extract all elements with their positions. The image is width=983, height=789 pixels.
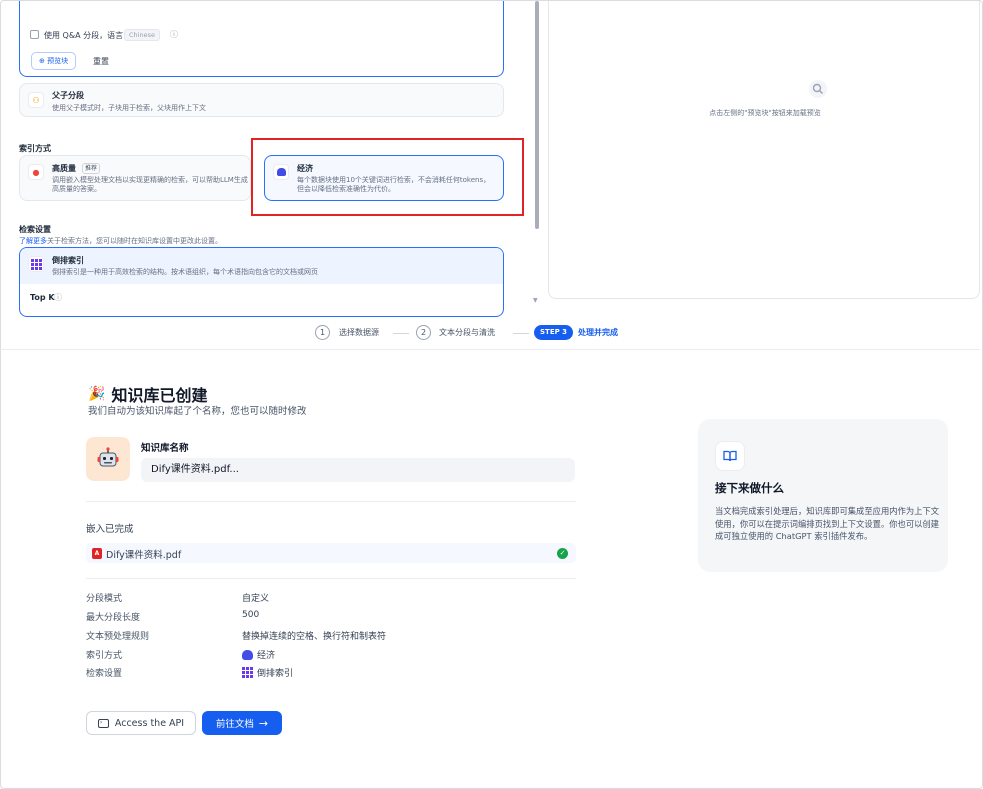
page-subtitle: 我们自动为该知识库起了个名称，您也可以随时修改	[88, 406, 307, 417]
detail-key: 检索设置	[86, 669, 123, 679]
retrieval-title: 检索设置	[19, 225, 51, 234]
go-to-document-label: 前往文档	[215, 719, 254, 730]
arrow-right-icon: →	[258, 716, 269, 730]
topk-info-icon: ⓘ	[54, 293, 62, 302]
access-api-label: Access the API	[114, 717, 185, 729]
detail-key: 最大分段长度	[86, 613, 141, 623]
detail-key: 分段模式	[86, 594, 123, 604]
step-line-1	[393, 333, 409, 334]
inverted-index-icon	[242, 667, 253, 678]
parent-child-card[interactable]: ⚇ 父子分段 使用父子模式时，子块用于检索，父块用作上下文	[19, 83, 504, 117]
pdf-file-icon: A	[92, 548, 102, 559]
learn-more-link[interactable]: 了解更多	[19, 237, 47, 245]
search-icon: ⊕	[39, 57, 45, 65]
reset-button[interactable]: 重置	[93, 56, 109, 67]
go-to-document-button[interactable]: 前往文档 →	[202, 711, 282, 735]
preview-chunk-button[interactable]: ⊕ 预览块	[31, 52, 77, 70]
kb-name-label: 知识库名称	[141, 443, 189, 454]
qa-checkbox-label: 使用 Q&A 分段，语言	[44, 31, 124, 40]
parent-child-desc: 使用父子模式时，子块用于检索，父块用作上下文	[52, 104, 206, 112]
high-quality-title: 高质量	[52, 164, 76, 173]
economy-icon	[242, 649, 253, 660]
step-3-badge: STEP 3	[534, 325, 574, 340]
scroll-down-icon[interactable]: ▼	[533, 297, 538, 304]
recommended-badge: 推荐	[82, 163, 101, 174]
next-steps-body: 当文档完成索引处理后，知识库即可集成至应用内作为上下文使用，你可以在提示词编排页…	[715, 506, 940, 541]
step-3-label: 处理并完成	[578, 328, 618, 337]
kb-name-input[interactable]: Dify课件资料.pdf...	[141, 458, 575, 482]
high-quality-option[interactable]: ● 高质量 推荐 调用嵌入模型处理文档以实现更精确的检索，可以帮助LLM生成高质…	[19, 155, 251, 201]
parent-child-title: 父子分段	[52, 91, 84, 100]
book-open-icon	[715, 441, 745, 471]
detail-value-text: 替换掉连续的空格、换行符和制表符	[242, 632, 387, 642]
parent-child-icon: ⚇	[28, 92, 44, 108]
detail-value: 自定义	[242, 591, 269, 604]
header-divider	[0, 349, 980, 350]
divider-1	[86, 501, 576, 502]
next-steps-card: 接下来做什么 当文档完成索引处理后，知识库即可集成至应用内作为上下文使用，你可以…	[698, 419, 948, 572]
next-steps-title: 接下来做什么	[715, 481, 784, 495]
inverted-index-title: 倒排索引	[52, 256, 84, 265]
detail-key: 文本预处理规则	[86, 632, 150, 642]
party-popper-icon: 🎉	[88, 386, 106, 402]
access-api-button[interactable]: › Access the API	[86, 711, 196, 735]
check-circle-icon: ✓	[557, 548, 568, 559]
step-1-label: 选择数据源	[339, 328, 379, 337]
step-line-2	[513, 333, 529, 334]
embed-complete-title: 嵌入已完成	[86, 524, 134, 535]
scrollbar-thumb[interactable]	[535, 1, 539, 229]
info-icon: ⓘ	[170, 30, 178, 39]
index-method-title: 索引方式	[19, 144, 51, 153]
search-preview-icon	[809, 80, 827, 98]
high-quality-icon: ●	[28, 164, 44, 180]
qa-checkbox[interactable]	[30, 30, 39, 39]
preview-hint: 点击左侧的"预览块"按钮来加载预览	[709, 109, 821, 117]
highlight-box	[251, 138, 524, 216]
inverted-index-card[interactable]: 倒排索引 倒排索引是一种用于高效检索的结构。按术语组织，每个术语指向包含它的文档…	[19, 247, 504, 317]
preview-panel: 点击左侧的"预览块"按钮来加载预览	[548, 1, 980, 299]
step-2-number: 2	[416, 325, 431, 340]
retrieval-hint-text: 关于检索方法，您可以随时在知识库设置中更改此设置。	[47, 237, 222, 245]
step-1-number: 1	[315, 325, 330, 340]
retrieval-hint: 了解更多关于检索方法，您可以随时在知识库设置中更改此设置。	[19, 236, 222, 246]
detail-value-text: 500	[242, 610, 260, 620]
inverted-index-desc: 倒排索引是一种用于高效检索的结构。按术语组织，每个术语指向包含它的文档或网页	[52, 268, 318, 276]
file-row: A Dify课件资料.pdf ✓	[86, 543, 576, 563]
divider-2	[86, 578, 576, 579]
file-name: Dify课件资料.pdf	[106, 550, 182, 561]
detail-value: 替换掉连续的空格、换行符和制表符	[242, 629, 386, 642]
preview-chunk-label: 预览块	[47, 57, 69, 65]
detail-value: 倒排索引	[242, 666, 293, 679]
detail-key: 索引方式	[86, 651, 123, 661]
segment-settings-screenshot: 使用 Q&A 分段，语言 Chinese ⓘ ⊕ 预览块 重置 ⚇ 父子分段 使…	[1, 1, 981, 349]
topk-label: Top K	[30, 293, 55, 302]
step-2-label: 文本分段与清洗	[439, 328, 495, 337]
stepper: 1 选择数据源 2 文本分段与清洗 STEP 3 处理并完成	[1, 323, 981, 349]
robot-avatar-icon[interactable]	[86, 437, 130, 481]
high-quality-desc: 调用嵌入模型处理文档以实现更精确的检索，可以帮助LLM生成高质量的答案。	[52, 176, 248, 193]
detail-value-text: 倒排索引	[257, 669, 294, 679]
terminal-icon: ›	[97, 718, 109, 728]
detail-value: 500	[242, 610, 259, 620]
detail-value: 经济	[242, 648, 275, 661]
general-chunk-card[interactable]: 使用 Q&A 分段，语言 Chinese ⓘ ⊕ 预览块 重置	[19, 1, 504, 77]
inverted-index-icon	[28, 256, 44, 272]
detail-value-text: 经济	[257, 651, 276, 661]
qa-language-select[interactable]: Chinese	[124, 29, 160, 41]
detail-value-text: 自定义	[242, 594, 270, 604]
